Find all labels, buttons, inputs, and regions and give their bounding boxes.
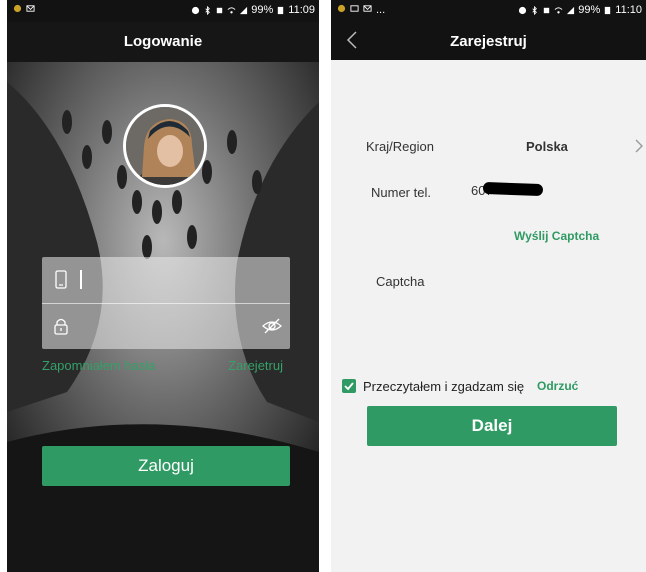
password-field[interactable] (42, 303, 290, 349)
register-link[interactable]: Zarejetruj (228, 358, 283, 373)
terms-checkbox[interactable] (342, 379, 356, 393)
send-captcha-button[interactable]: Wyślij Captcha (514, 229, 599, 243)
title-bar: Logowanie (7, 22, 319, 62)
checkmark-icon (344, 382, 354, 391)
register-screen: ... 99% 11:10 Zarejestruj Kraj/Region Po… (331, 0, 646, 572)
phone-field[interactable] (42, 257, 290, 304)
region-label: Kraj/Region (366, 139, 434, 154)
mail-icon (26, 5, 35, 12)
next-button[interactable]: Dalej (367, 406, 617, 446)
mail-icon (363, 5, 372, 12)
login-form (42, 257, 290, 349)
battery-icon (605, 6, 611, 14)
phone-input[interactable] (86, 267, 256, 295)
redaction-mark (482, 181, 544, 197)
app-notification-icon (13, 4, 22, 13)
password-input[interactable] (86, 313, 256, 341)
phone-label: Numer tel. (371, 185, 431, 200)
mute-icon (217, 7, 223, 13)
lock-icon (54, 318, 68, 335)
login-screen: 99% 11:09 Logowanie Zapomniałem hasła Za… (7, 0, 319, 572)
clock: 11:10 (615, 4, 642, 16)
wifi-icon (227, 6, 236, 13)
bluetooth-icon (205, 5, 211, 15)
phone-icon (55, 270, 67, 289)
battery-percent: 99% (578, 4, 601, 16)
gallery-icon (350, 5, 359, 12)
page-title: Logowanie (123, 33, 203, 50)
alarm-icon (519, 6, 527, 14)
avatar[interactable] (123, 104, 207, 188)
chevron-right-icon[interactable] (634, 138, 644, 154)
mute-icon (544, 7, 550, 13)
title-bar: ... 99% 11:10 Zarejestruj (331, 0, 646, 60)
bluetooth-icon (532, 5, 538, 15)
forgot-password-link[interactable]: Zapomniałem hasła (42, 358, 155, 373)
more-notifications: ... (376, 4, 386, 16)
alarm-icon (192, 6, 200, 14)
battery-percent: 99% (251, 4, 274, 16)
login-button[interactable]: Zaloguj (42, 446, 290, 486)
clock: 11:09 (288, 4, 315, 16)
region-value[interactable]: Polska (526, 139, 568, 154)
battery-icon (278, 6, 284, 14)
terms-text: Przeczytałem i zgadzam się (363, 379, 525, 394)
app-notification-icon (337, 4, 346, 13)
eye-hidden-icon[interactable] (262, 317, 282, 335)
page-title: Zarejestruj (450, 33, 527, 50)
captcha-label: Captcha (376, 274, 425, 289)
wifi-icon (554, 6, 563, 13)
signal-icon (240, 6, 248, 14)
text-cursor (80, 270, 82, 289)
status-bar: ... 99% 11:10 (331, 0, 646, 22)
status-bar: 99% 11:09 (7, 0, 319, 22)
signal-icon (567, 6, 575, 14)
reject-link[interactable]: Odrzuć (537, 379, 578, 393)
